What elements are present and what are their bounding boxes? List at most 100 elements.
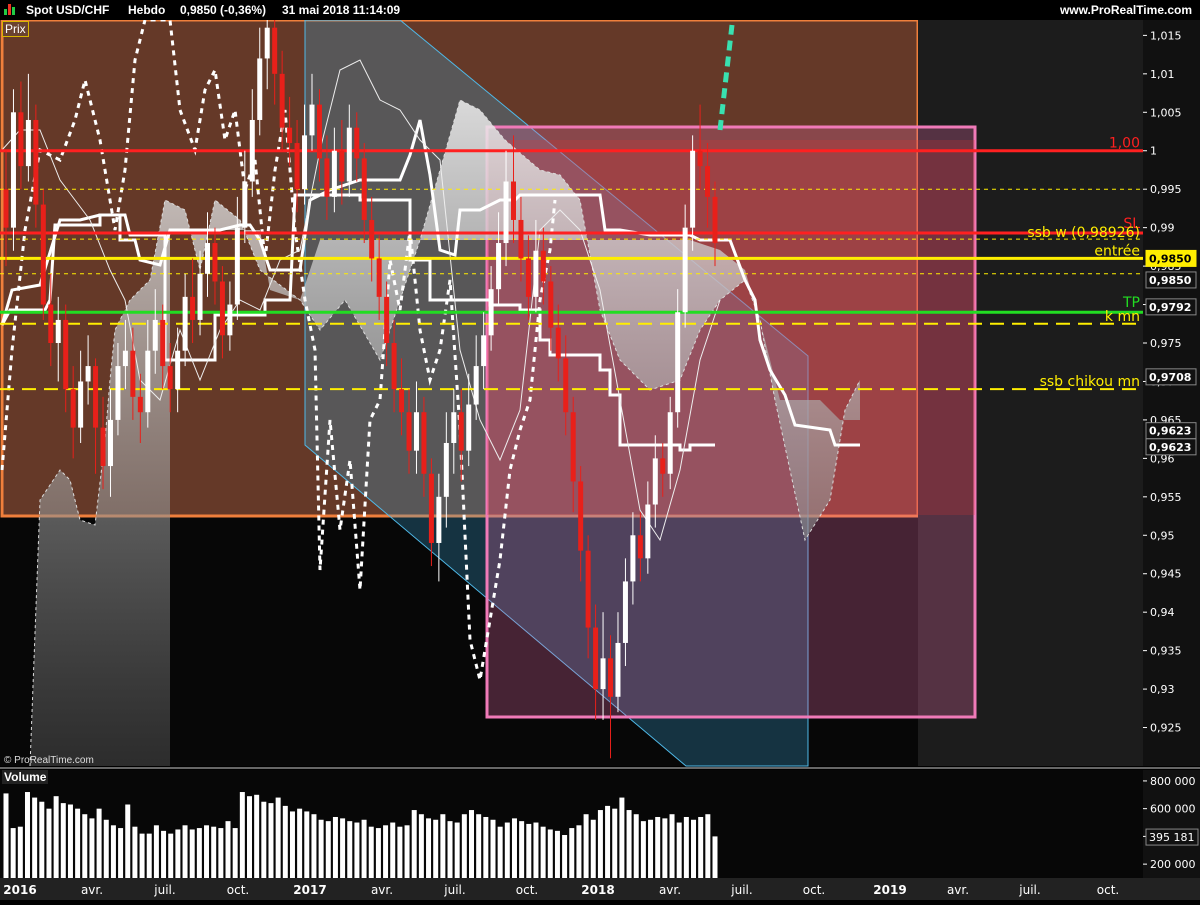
volume-bar: [612, 808, 618, 878]
volume-bar: [483, 816, 489, 878]
volume-bar: [504, 822, 510, 878]
candle-body: [152, 319, 158, 351]
source-link[interactable]: www.ProRealTime.com: [1060, 3, 1192, 17]
candle-body: [578, 481, 584, 551]
volume-bar: [96, 808, 102, 878]
volume-bar: [390, 822, 396, 878]
time-tick-label: 2016: [3, 883, 36, 897]
candle-body: [257, 58, 263, 120]
candle-body: [63, 319, 69, 390]
volume-bar: [275, 797, 281, 878]
price-tick-label: 0,94: [1150, 606, 1175, 619]
candle-body: [555, 327, 561, 359]
period[interactable]: Hebdo: [128, 3, 165, 17]
volume-bar: [511, 818, 517, 878]
volume-bar: [640, 821, 646, 878]
time-tick-label: juil.: [153, 883, 175, 897]
volume-bar: [397, 826, 403, 878]
volume-bar: [225, 821, 231, 878]
level-label: k mn: [1105, 309, 1140, 325]
candle-body: [406, 412, 412, 451]
candle-body: [182, 296, 188, 351]
volume-tick-label: 600 000: [1150, 803, 1196, 816]
price-badge-text: 0,9623: [1149, 441, 1191, 454]
candle-body: [570, 412, 576, 482]
volume-bar: [39, 801, 45, 878]
volume-bar: [626, 810, 632, 878]
candle-body: [608, 658, 614, 697]
volume-bar: [89, 818, 95, 878]
volume-bar: [619, 797, 625, 878]
timestamp: 31 mai 2018 11:14:09: [282, 3, 401, 17]
candle-body: [48, 304, 54, 344]
candle-body: [294, 143, 300, 190]
volume-bar: [211, 826, 217, 878]
volume-bar: [218, 828, 224, 878]
volume-bar: [712, 836, 718, 878]
candle-body: [107, 419, 113, 467]
volume-bar: [691, 819, 697, 878]
price-panel-label: Prix: [2, 21, 29, 37]
volume-bar: [254, 794, 260, 878]
price-badge-text: 0,9850: [1149, 252, 1192, 265]
candle-body: [600, 658, 606, 690]
candle-body: [399, 389, 405, 413]
volume-bar: [168, 833, 174, 878]
candle-body: [354, 127, 360, 159]
volume-bar: [139, 833, 145, 878]
candle-body: [428, 473, 434, 543]
volume-bar: [304, 811, 310, 878]
volume-bar: [662, 818, 668, 878]
volume-bar: [461, 814, 467, 878]
volume-bar: [698, 816, 704, 878]
volume-bar: [53, 796, 59, 878]
time-tick-label: 2017: [293, 883, 326, 897]
volume-bar: [469, 810, 475, 878]
chart-type-icon[interactable]: [4, 4, 16, 15]
candle-body: [690, 150, 696, 228]
volume-bar: [332, 816, 338, 878]
price-tick-label: 0,935: [1150, 645, 1182, 658]
volume-bar: [526, 823, 532, 878]
volume-bar: [655, 816, 661, 878]
candle-body: [496, 243, 502, 290]
volume-bar: [361, 819, 367, 878]
candle-body: [85, 366, 91, 382]
volume-bar: [82, 814, 88, 878]
usdchf-weekly-chart[interactable]: 1,00 SL ssb w (0,98926) entrée TP k mn ssb chi…: [0, 0, 1200, 900]
time-tick-label: juil.: [730, 883, 752, 897]
volume-tick-label: 200 000: [1150, 858, 1196, 871]
chart-canvas[interactable]: 1,00SLssb w (0,98926)entréeTPk mnssb chi…: [0, 0, 1200, 900]
price-tick-label: 0,99: [1150, 222, 1175, 235]
volume-bar: [476, 814, 482, 878]
candle-body: [376, 258, 382, 297]
volume-bar: [32, 797, 38, 878]
volume-bar: [282, 805, 288, 878]
candle-body: [130, 350, 136, 397]
volume-bar: [562, 835, 568, 878]
symbol-name[interactable]: Spot USD/CHF: [26, 3, 109, 17]
candle-body: [205, 243, 211, 274]
candle-body: [436, 496, 442, 543]
time-tick-label: 2018: [581, 883, 614, 897]
candle-body: [279, 73, 285, 128]
candle-body: [122, 350, 128, 367]
candle-body: [3, 189, 9, 228]
volume-bar: [125, 804, 131, 878]
volume-bar: [268, 803, 274, 878]
level-label: 1,00: [1109, 136, 1140, 152]
volume-bar: [189, 829, 195, 878]
candle-body: [652, 458, 658, 505]
volume-bar: [204, 825, 210, 878]
candle-body: [25, 119, 31, 167]
candle-body: [93, 366, 99, 428]
level-label: ssb w (0,98926): [1027, 225, 1140, 241]
price-tick-label: 0,975: [1150, 337, 1182, 350]
time-tick-label: avr.: [371, 883, 393, 897]
candle-body: [78, 381, 84, 428]
price-tick-label: 1,01: [1150, 68, 1175, 81]
candle-body: [443, 442, 449, 497]
time-tick-label: oct.: [227, 883, 249, 897]
candle-body: [675, 312, 681, 413]
volume-bar: [597, 810, 603, 878]
